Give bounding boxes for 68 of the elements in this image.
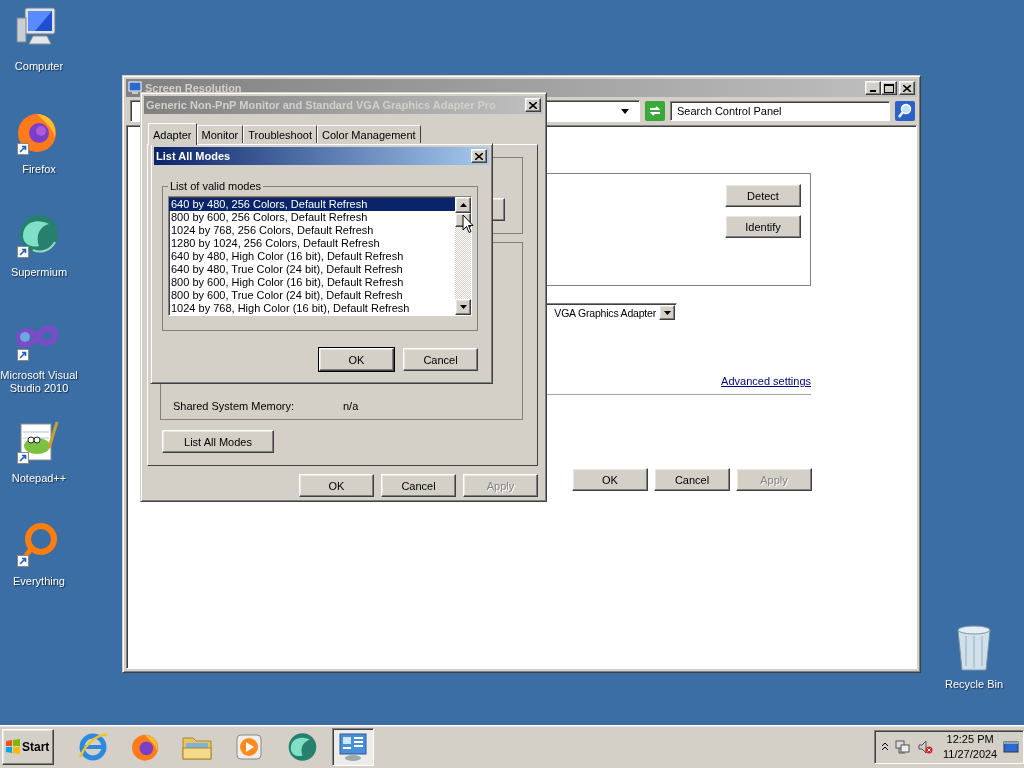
mode-item[interactable]: 1280 by 1024, 256 Colors, Default Refresh <box>169 237 455 250</box>
mode-item[interactable]: 800 by 600, True Color (24 bit), Default Refresh <box>169 289 455 302</box>
list-all-modes-button[interactable]: List All Modes <box>162 430 274 453</box>
browser-globe-icon <box>77 731 109 763</box>
network-icon[interactable] <box>895 739 911 755</box>
display-button[interactable]: Identify <box>725 215 801 238</box>
desktop-icon-label[interactable]: Firefox <box>0 163 78 176</box>
start-button[interactable]: Start <box>2 729 54 765</box>
search-icon[interactable] <box>895 101 915 121</box>
close-button[interactable] <box>899 81 915 95</box>
memory-label: Shared System Memory: <box>173 400 296 412</box>
taskbar-app-button[interactable] <box>332 728 374 766</box>
desktop-icon-label[interactable]: Computer <box>0 60 78 73</box>
volume-muted-icon[interactable] <box>917 739 933 755</box>
desktop-icon-label[interactable]: Microsoft Visual Studio 2010 <box>0 369 78 395</box>
scroll-up-icon <box>459 203 467 207</box>
desktop-icon-label[interactable]: Everything <box>0 575 78 588</box>
desktop-icon-label[interactable]: Notepad++ <box>0 472 78 485</box>
display-settings-icon <box>337 731 369 763</box>
search-field[interactable]: Search Control Panel <box>670 101 890 121</box>
desktop-icon-label[interactable]: Recycle Bin <box>935 678 1013 691</box>
windows-flag-icon <box>5 739 21 755</box>
mode-item[interactable]: 640 by 480, 256 Colors, Default Refresh <box>169 198 455 211</box>
mode-item[interactable]: 640 by 480, True Color (24 bit), Default Refresh <box>169 263 455 276</box>
scroll-up-button[interactable] <box>455 197 471 213</box>
dialog-title: List All Modes <box>156 150 232 162</box>
maximize-button[interactable] <box>881 81 897 95</box>
caret-icon <box>663 310 671 315</box>
close-icon <box>475 152 483 160</box>
chevron-up-icon[interactable] <box>881 742 889 752</box>
default-dialog-button[interactable]: OK <box>319 348 394 371</box>
dialog-button[interactable]: Cancel <box>403 348 478 371</box>
desktop-icon-label[interactable]: Supermium <box>0 266 78 279</box>
modes-list[interactable] <box>168 196 472 316</box>
close-icon <box>529 101 537 109</box>
scroll-down-button[interactable] <box>455 299 471 315</box>
mode-item[interactable]: 800 by 600, 256 Colors, Default Refresh <box>169 211 455 224</box>
group-label: List of valid modes <box>169 180 263 192</box>
mode-item[interactable]: 800 by 600, High Color (16 bit), Default Refresh <box>169 276 455 289</box>
dialog-button[interactable]: Cancel <box>654 468 730 491</box>
clock-date: 11/27/2024 <box>943 747 998 762</box>
dialog-button[interactable]: OK <box>299 474 374 497</box>
close-icon <box>903 84 911 92</box>
scroll-down-icon <box>459 305 467 309</box>
scrollbar[interactable] <box>455 197 471 315</box>
tab[interactable]: Adapter <box>148 123 197 145</box>
dialog-button[interactable]: OK <box>572 468 648 491</box>
firefox-icon <box>130 732 160 762</box>
close-button[interactable] <box>525 98 541 112</box>
recycle-bin-icon <box>954 624 994 672</box>
media-player-icon <box>234 732 264 762</box>
mouse-pointer-icon <box>462 214 474 234</box>
close-button[interactable] <box>471 149 487 163</box>
memory-value: n/a <box>343 400 359 412</box>
advanced-settings-link[interactable]: Advanced settings <box>721 375 811 387</box>
mode-item[interactable]: 1024 by 768, 256 Colors, Default Refresh <box>169 224 455 237</box>
dropdown-arrow-button[interactable] <box>659 305 675 320</box>
show-desktop-icon[interactable] <box>1003 740 1020 754</box>
clock-time: 12:25 PM <box>946 732 994 747</box>
display-button[interactable]: Detect <box>725 184 801 207</box>
mode-item[interactable]: 640 by 480, High Color (16 bit), Default Refresh <box>169 250 455 263</box>
mode-item[interactable]: 1024 by 768, High Color (16 bit), Default Refresh <box>169 302 455 315</box>
refresh-icon[interactable] <box>645 101 665 121</box>
dialog-button[interactable]: Cancel <box>381 474 456 497</box>
window-title: Screen Resolution <box>145 82 243 94</box>
maximize-icon <box>884 83 894 93</box>
caret-icon <box>621 108 629 114</box>
minimize-button[interactable] <box>865 81 881 95</box>
